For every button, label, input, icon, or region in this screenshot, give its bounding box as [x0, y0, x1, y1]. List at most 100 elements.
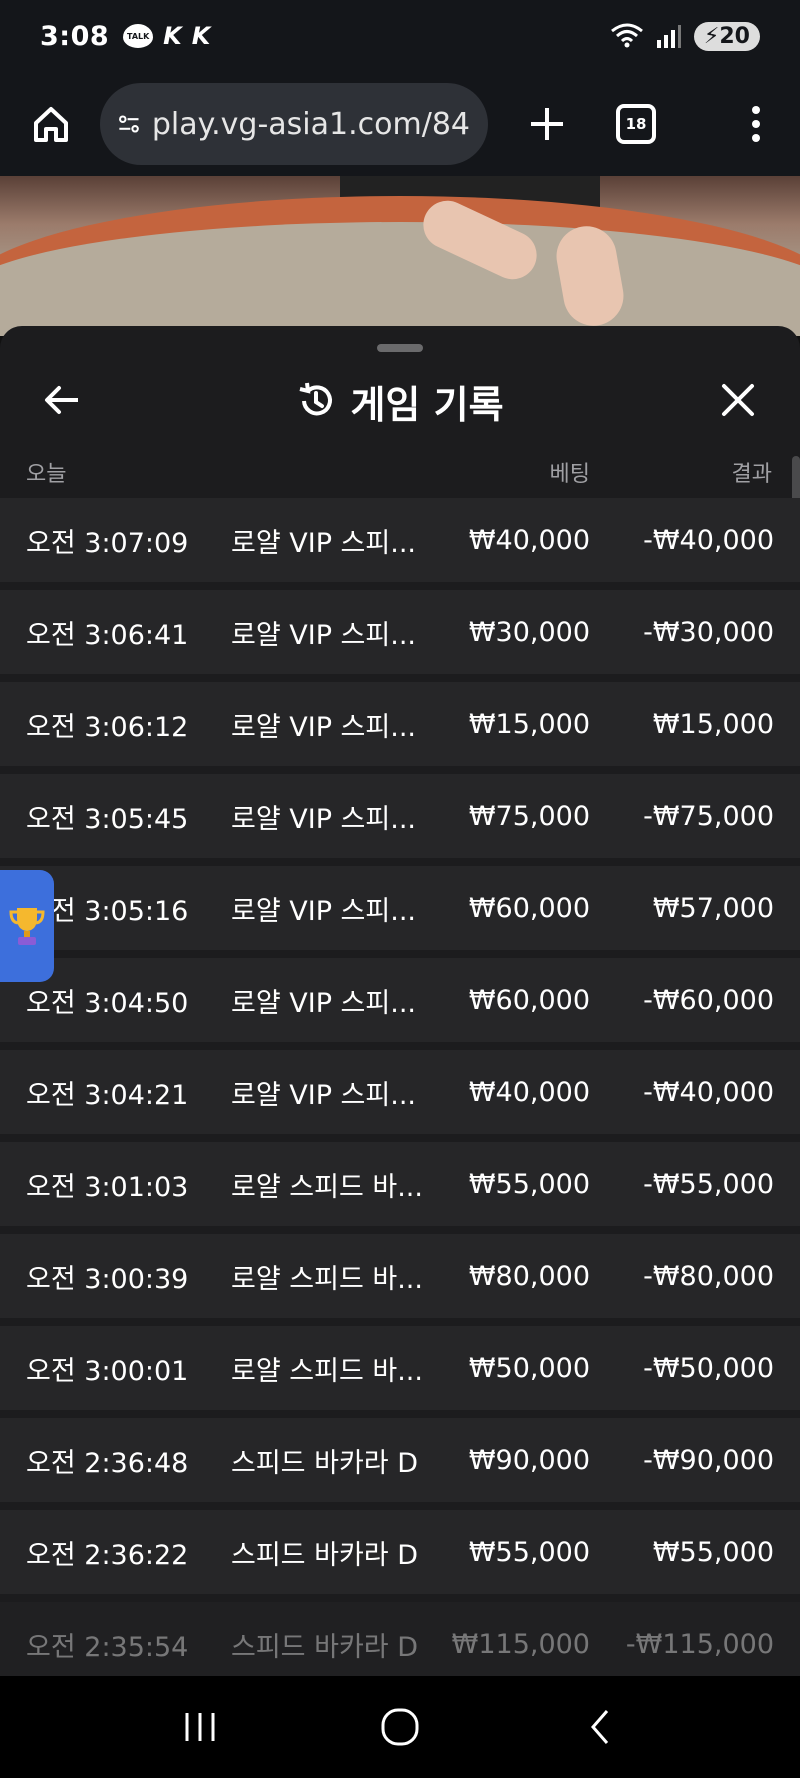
row-game: 로얄 VIP 스피...: [231, 895, 416, 927]
back-nav-button[interactable]: [570, 1697, 630, 1757]
row-game: 로얄 VIP 스피...: [231, 1079, 416, 1111]
recent-apps-button[interactable]: [170, 1697, 230, 1757]
row-game: 스피드 바카라 D: [231, 1539, 418, 1571]
panel-title-group: 게임 기록: [296, 374, 504, 429]
row-result: ₩57,000: [652, 892, 774, 924]
history-row[interactable]: 오전 3:00:39 로얄 스피드 바... ₩80,000 -₩80,000: [0, 1234, 800, 1318]
panel-header: 게임 기록: [0, 366, 800, 436]
column-headers: 오늘 베팅 결과: [0, 450, 800, 490]
row-bet: ₩40,000: [468, 524, 590, 556]
history-row[interactable]: 오전 3:05:16 로얄 VIP 스피... ₩60,000 ₩57,000: [0, 866, 800, 950]
row-result: ₩55,000: [652, 1536, 774, 1568]
row-bet: ₩115,000: [451, 1628, 590, 1660]
site-settings-icon: [119, 115, 139, 133]
row-time: 오전 3:06:41: [26, 619, 189, 651]
home-nav-button[interactable]: [370, 1697, 430, 1757]
wifi-icon: [610, 23, 643, 48]
history-row[interactable]: 오전 3:00:01 로얄 스피드 바... ₩50,000 -₩50,000: [0, 1326, 800, 1410]
panel-title: 게임 기록: [350, 382, 504, 427]
history-row[interactable]: 오전 2:36:48 스피드 바카라 D ₩90,000 -₩90,000: [0, 1418, 800, 1502]
close-icon: [722, 384, 754, 416]
row-time: 오전 3:01:03: [26, 1171, 189, 1203]
home-circle-icon: [381, 1708, 419, 1746]
row-game: 로얄 스피드 바...: [231, 1355, 423, 1387]
history-row[interactable]: 오전 3:04:21 로얄 VIP 스피... ₩40,000 -₩40,000: [0, 1050, 800, 1134]
history-icon: [299, 382, 333, 416]
row-time: 오전 3:04:50: [26, 987, 189, 1019]
kakaotalk-icon: TALK: [123, 24, 154, 48]
row-result: -₩80,000: [643, 1260, 774, 1292]
menu-dot: [752, 120, 760, 128]
row-game: 스피드 바카라 D: [231, 1631, 418, 1663]
status-bar: 3:08 TALK K K ⚡20: [0, 0, 800, 72]
row-bet: ₩75,000: [468, 800, 590, 832]
row-bet: ₩40,000: [468, 1076, 590, 1108]
row-bet: ₩55,000: [468, 1168, 590, 1200]
leaderboard-tab[interactable]: [0, 870, 54, 982]
row-result: -₩115,000: [625, 1628, 774, 1660]
row-game: 로얄 VIP 스피...: [231, 803, 416, 835]
row-result: -₩55,000: [643, 1168, 774, 1200]
row-time: 오전 3:04:21: [26, 1079, 189, 1111]
history-row[interactable]: 오전 2:36:22 스피드 바카라 D ₩55,000 ₩55,000: [0, 1510, 800, 1594]
row-result: -₩60,000: [643, 984, 774, 1016]
row-bet: ₩60,000: [468, 984, 590, 1016]
battery-level: 20: [719, 23, 750, 49]
battery-indicator: ⚡20: [693, 21, 760, 51]
row-result: -₩40,000: [643, 1076, 774, 1108]
row-bet: ₩80,000: [468, 1260, 590, 1292]
row-result: -₩40,000: [643, 524, 774, 556]
row-time: 오전 2:36:48: [26, 1447, 189, 1479]
address-bar[interactable]: play.vg-asia1.com/84: [100, 83, 488, 165]
row-game: 로얄 스피드 바...: [231, 1171, 423, 1203]
row-bet: ₩30,000: [468, 616, 590, 648]
row-result: -₩30,000: [643, 616, 774, 648]
close-button[interactable]: [716, 378, 760, 422]
row-bet: ₩90,000: [468, 1444, 590, 1476]
row-time: 오전 3:06:12: [26, 711, 189, 743]
notification-icons: TALK K K: [123, 22, 210, 50]
history-row[interactable]: 오전 2:35:54 스피드 바카라 D ₩115,000 -₩115,000: [0, 1602, 800, 1676]
k-app-icon: K: [163, 22, 182, 50]
history-list: 오전 3:07:09 로얄 VIP 스피... ₩40,000 -₩40,000…: [0, 498, 800, 1676]
row-game: 로얄 VIP 스피...: [231, 711, 416, 743]
back-button[interactable]: [40, 378, 84, 422]
row-result: -₩90,000: [643, 1444, 774, 1476]
row-time: 오전 3:07:09: [26, 527, 189, 559]
history-row[interactable]: 오전 3:05:45 로얄 VIP 스피... ₩75,000 -₩75,000: [0, 774, 800, 858]
row-bet: ₩60,000: [468, 892, 590, 924]
drag-handle[interactable]: [377, 344, 423, 352]
live-video[interactable]: [0, 176, 800, 336]
system-icons: ⚡20: [610, 21, 760, 51]
row-game: 로얄 VIP 스피...: [231, 987, 416, 1019]
history-row[interactable]: 오전 3:04:50 로얄 VIP 스피... ₩60,000 -₩60,000: [0, 958, 800, 1042]
chevron-left-icon: [591, 1710, 609, 1744]
history-row[interactable]: 오전 3:01:03 로얄 스피드 바... ₩55,000 -₩55,000: [0, 1142, 800, 1226]
history-row[interactable]: 오전 3:06:41 로얄 VIP 스피... ₩30,000 -₩30,000: [0, 590, 800, 674]
home-button[interactable]: [26, 99, 76, 149]
url-text: play.vg-asia1.com/84: [151, 106, 470, 142]
history-row[interactable]: 오전 3:06:12 로얄 VIP 스피... ₩15,000 ₩15,000: [0, 682, 800, 766]
row-time: 오전 3:00:01: [26, 1355, 189, 1387]
signal-icon: [656, 25, 681, 48]
row-bet: ₩55,000: [468, 1536, 590, 1568]
tab-switcher-button[interactable]: 18: [616, 104, 656, 144]
new-tab-button[interactable]: [522, 99, 572, 149]
home-icon: [34, 107, 68, 142]
column-bet: 베팅: [549, 462, 590, 487]
row-time: 오전 2:35:54: [26, 1631, 189, 1663]
k-app-icon: K: [191, 22, 211, 50]
game-history-panel: 게임 기록 오늘 베팅 결과 오전 3:07:09 로얄 VIP 스피... ₩…: [0, 326, 800, 1676]
status-time: 3:08: [40, 20, 110, 52]
row-game: 로얄 스피드 바...: [231, 1263, 423, 1295]
recents-icon: [185, 1713, 215, 1741]
row-result: -₩75,000: [643, 800, 774, 832]
trophy-icon: [9, 908, 45, 945]
history-row[interactable]: 오전 3:07:09 로얄 VIP 스피... ₩40,000 -₩40,000: [0, 498, 800, 582]
row-game: 스피드 바카라 D: [231, 1447, 418, 1479]
row-time: 오전 2:36:22: [26, 1539, 189, 1571]
browser-menu-button[interactable]: [752, 106, 760, 142]
row-bet: ₩50,000: [468, 1352, 590, 1384]
row-time: 오전 3:00:39: [26, 1263, 189, 1295]
arrow-left-icon: [45, 386, 78, 414]
